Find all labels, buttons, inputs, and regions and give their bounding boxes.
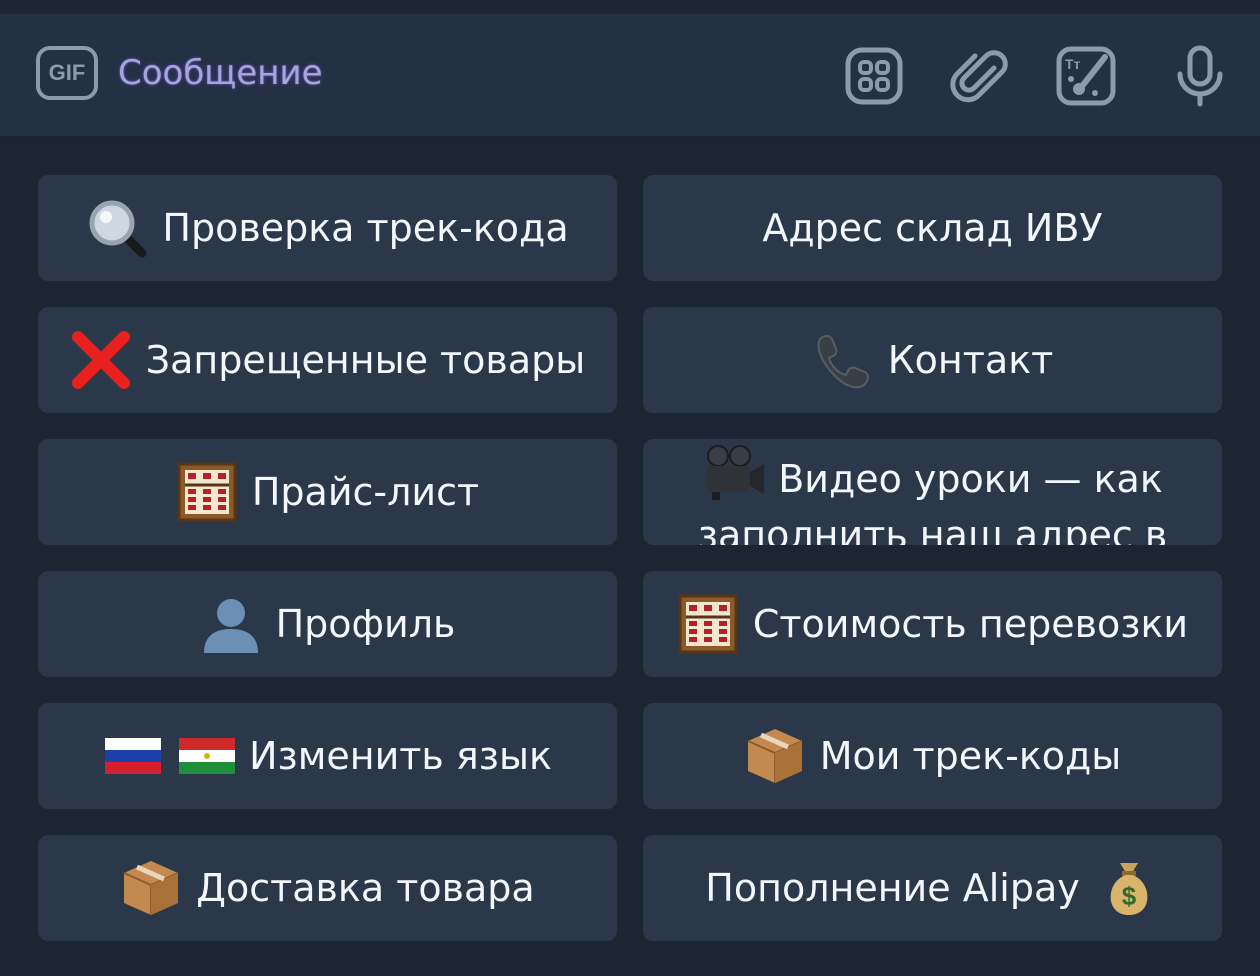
message-composer: GIF Tт [0, 14, 1260, 137]
keyboard-button-delivery[interactable]: Доставка товара [38, 835, 617, 941]
money-bag-icon: $ [1098, 857, 1160, 919]
svg-text:$: $ [1121, 881, 1136, 911]
keyboard-button-warehouse-address[interactable]: Адрес склад ИВУ [643, 175, 1222, 281]
person-icon [200, 593, 262, 655]
movie-camera-icon [702, 444, 768, 500]
paperclip-icon[interactable] [948, 44, 1012, 108]
phone-icon [812, 329, 874, 391]
keyboard-button-label: Контакт [887, 338, 1054, 382]
svg-text:Tт: Tт [1065, 56, 1081, 72]
keyboard-button-label: Пополнение Alipay [705, 866, 1080, 910]
keyboard-button-check-track-code[interactable]: Проверка трек-кода [38, 175, 617, 281]
message-input[interactable] [118, 42, 678, 104]
keyboard-button-label: Запрещенные товары [145, 338, 586, 382]
keyboard-button-shipping-cost[interactable]: Стоимость перевозки [643, 571, 1222, 677]
sticker-brush-icon[interactable]: Tт [1054, 44, 1118, 108]
package-icon [120, 857, 182, 919]
keyboard-button-contact[interactable]: Контакт [643, 307, 1222, 413]
keyboard-button-label: Видео уроки — как заполнить наш адрес в [697, 444, 1168, 546]
gif-button[interactable]: GIF [36, 46, 98, 100]
keyboard-button-label: Доставка товара [196, 866, 535, 910]
keyboard-button-alipay-topup[interactable]: Пополнение Alipay $ [643, 835, 1222, 941]
microphone-icon[interactable] [1168, 44, 1232, 108]
keyboard-button-prohibited-goods[interactable]: Запрещенные товары [38, 307, 617, 413]
keyboard-button-label: Профиль [275, 602, 456, 646]
chat-background-strip [0, 0, 1260, 14]
keyboard-button-label-text: Видео уроки — как заполнить наш адрес в [697, 456, 1168, 546]
cross-mark-icon [70, 329, 132, 391]
keyboard-button-label: Проверка трек-кода [162, 206, 569, 250]
gif-label: GIF [48, 60, 86, 85]
keyboard-button-price-list[interactable]: Прайс-лист [38, 439, 617, 545]
grid-icon[interactable] [842, 44, 906, 108]
keyboard-button-label: Прайс-лист [251, 470, 480, 514]
magnifier-icon [86, 197, 148, 259]
flags-icon [103, 725, 236, 787]
keyboard-button-my-track-codes[interactable]: Мои трек-коды [643, 703, 1222, 809]
keyboard-button-change-language[interactable]: Изменить язык [38, 703, 617, 809]
package-icon [744, 725, 806, 787]
keyboard-button-label: Мои трек-коды [819, 734, 1122, 778]
keyboard-button-label: Изменить язык [249, 734, 552, 778]
keyboard-button-video-lessons[interactable]: Видео уроки — как заполнить наш адрес в [643, 439, 1222, 545]
abacus-icon [677, 593, 739, 655]
keyboard-button-label: Адрес склад ИВУ [762, 206, 1103, 250]
keyboard-button-profile[interactable]: Профиль [38, 571, 617, 677]
keyboard-button-label: Стоимость перевозки [752, 602, 1189, 646]
abacus-icon [176, 461, 238, 523]
